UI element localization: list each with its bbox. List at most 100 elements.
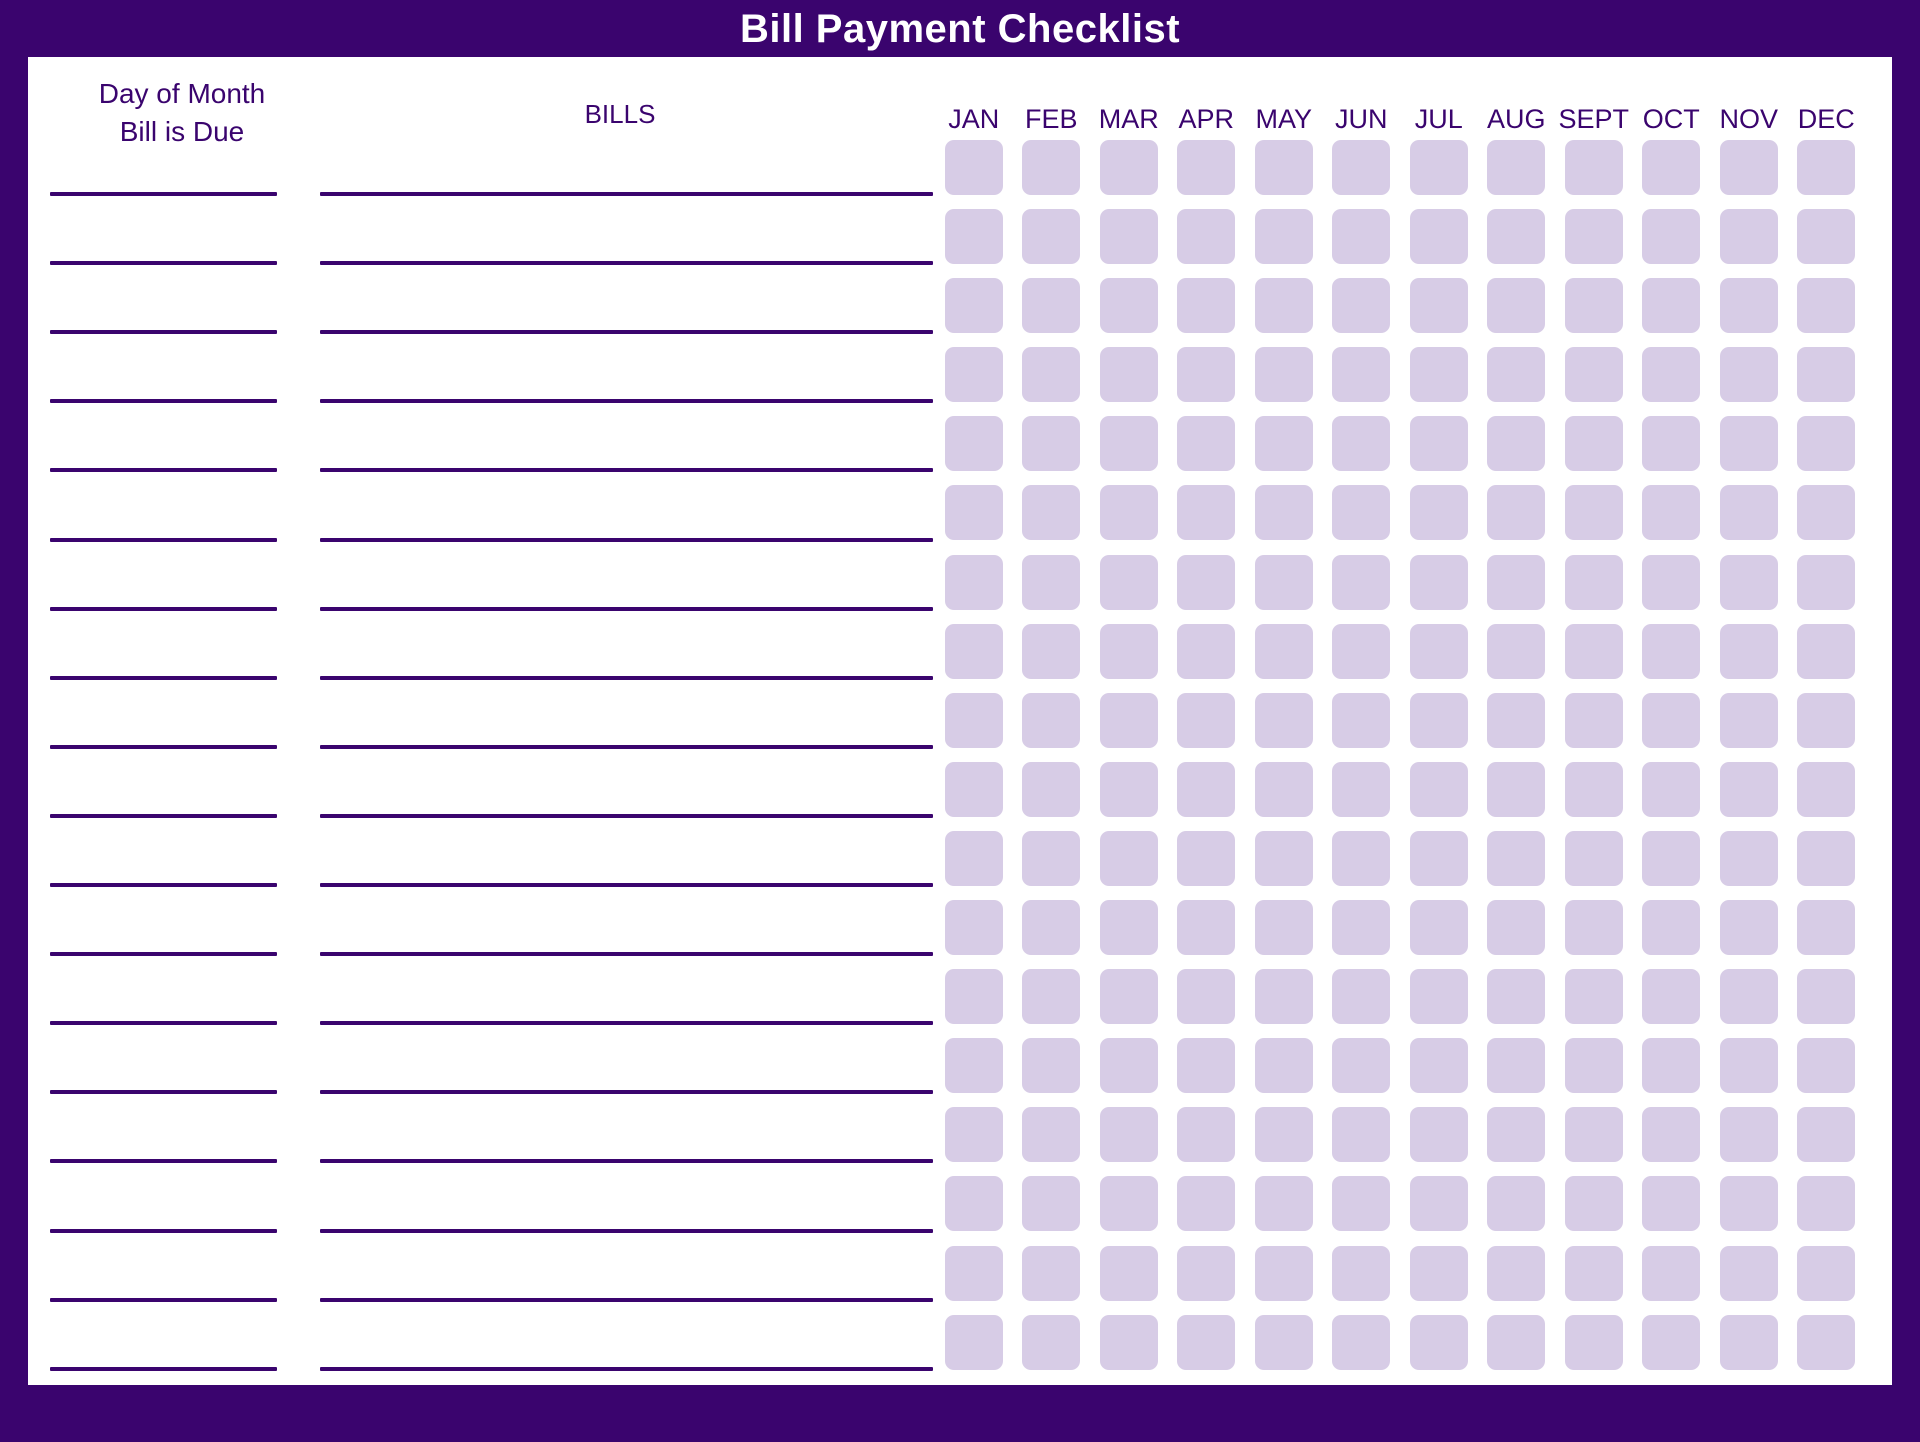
checkbox-cell-dec[interactable] bbox=[1788, 620, 1866, 683]
checkbox-cell-feb[interactable] bbox=[1013, 481, 1091, 544]
bill-name-input[interactable] bbox=[320, 813, 933, 818]
checkbox-cell-apr[interactable] bbox=[1168, 1172, 1246, 1235]
checkbox-cell-jun[interactable] bbox=[1323, 205, 1401, 268]
checkbox-cell-jun[interactable] bbox=[1323, 620, 1401, 683]
day-due-input[interactable] bbox=[50, 1090, 277, 1095]
payment-checkbox-oct[interactable] bbox=[1642, 900, 1701, 956]
payment-checkbox-feb[interactable] bbox=[1022, 761, 1081, 817]
checkbox-cell-dec[interactable] bbox=[1788, 758, 1866, 821]
checkbox-cell-mar[interactable] bbox=[1090, 274, 1168, 337]
payment-checkbox-may[interactable] bbox=[1254, 1038, 1313, 1094]
payment-checkbox-aug[interactable] bbox=[1487, 1176, 1546, 1232]
checkbox-cell-mar[interactable] bbox=[1090, 827, 1168, 890]
checkbox-cell-may[interactable] bbox=[1245, 689, 1323, 752]
bill-name-input[interactable] bbox=[320, 675, 933, 680]
payment-checkbox-sept[interactable] bbox=[1564, 347, 1623, 403]
bill-name-input[interactable] bbox=[320, 1366, 933, 1371]
checkbox-cell-sept[interactable] bbox=[1555, 758, 1633, 821]
payment-checkbox-nov[interactable] bbox=[1719, 209, 1778, 265]
payment-checkbox-jan[interactable] bbox=[944, 969, 1003, 1025]
payment-checkbox-apr[interactable] bbox=[1177, 347, 1236, 403]
payment-checkbox-nov[interactable] bbox=[1719, 554, 1778, 610]
checkbox-cell-nov[interactable] bbox=[1710, 620, 1788, 683]
payment-checkbox-feb[interactable] bbox=[1022, 347, 1081, 403]
payment-checkbox-jan[interactable] bbox=[944, 278, 1003, 334]
payment-checkbox-may[interactable] bbox=[1254, 1107, 1313, 1163]
checkbox-cell-aug[interactable] bbox=[1478, 136, 1556, 199]
payment-checkbox-mar[interactable] bbox=[1099, 1107, 1158, 1163]
payment-checkbox-may[interactable] bbox=[1254, 900, 1313, 956]
payment-checkbox-nov[interactable] bbox=[1719, 140, 1778, 195]
checkbox-cell-aug[interactable] bbox=[1478, 758, 1556, 821]
checkbox-cell-apr[interactable] bbox=[1168, 620, 1246, 683]
payment-checkbox-nov[interactable] bbox=[1719, 347, 1778, 403]
checkbox-cell-oct[interactable] bbox=[1633, 136, 1711, 199]
day-due-input[interactable] bbox=[50, 1159, 277, 1164]
payment-checkbox-sept[interactable] bbox=[1564, 1245, 1623, 1301]
bill-name-input[interactable] bbox=[320, 192, 933, 197]
checkbox-cell-oct[interactable] bbox=[1633, 965, 1711, 1028]
payment-checkbox-oct[interactable] bbox=[1642, 347, 1701, 403]
checkbox-cell-nov[interactable] bbox=[1710, 965, 1788, 1028]
checkbox-cell-aug[interactable] bbox=[1478, 1311, 1556, 1374]
day-due-input[interactable] bbox=[50, 744, 277, 749]
payment-checkbox-jul[interactable] bbox=[1409, 554, 1468, 610]
payment-checkbox-nov[interactable] bbox=[1719, 1176, 1778, 1232]
payment-checkbox-sept[interactable] bbox=[1564, 1107, 1623, 1163]
checkbox-cell-apr[interactable] bbox=[1168, 689, 1246, 752]
bill-name-input[interactable] bbox=[320, 537, 933, 542]
payment-checkbox-mar[interactable] bbox=[1099, 623, 1158, 679]
checkbox-cell-oct[interactable] bbox=[1633, 274, 1711, 337]
payment-checkbox-feb[interactable] bbox=[1022, 830, 1081, 886]
payment-checkbox-jul[interactable] bbox=[1409, 278, 1468, 334]
payment-checkbox-may[interactable] bbox=[1254, 830, 1313, 886]
payment-checkbox-oct[interactable] bbox=[1642, 969, 1701, 1025]
payment-checkbox-jul[interactable] bbox=[1409, 209, 1468, 265]
checkbox-cell-oct[interactable] bbox=[1633, 758, 1711, 821]
checkbox-cell-jul[interactable] bbox=[1400, 827, 1478, 890]
checkbox-cell-jul[interactable] bbox=[1400, 1172, 1478, 1235]
checkbox-cell-feb[interactable] bbox=[1013, 1103, 1091, 1166]
checkbox-cell-jan[interactable] bbox=[935, 758, 1013, 821]
checkbox-cell-oct[interactable] bbox=[1633, 1242, 1711, 1305]
checkbox-cell-oct[interactable] bbox=[1633, 1034, 1711, 1097]
payment-checkbox-may[interactable] bbox=[1254, 1176, 1313, 1232]
checkbox-cell-dec[interactable] bbox=[1788, 136, 1866, 199]
checkbox-cell-jun[interactable] bbox=[1323, 827, 1401, 890]
payment-checkbox-sept[interactable] bbox=[1564, 140, 1623, 195]
payment-checkbox-aug[interactable] bbox=[1487, 209, 1546, 265]
payment-checkbox-jul[interactable] bbox=[1409, 692, 1468, 748]
bill-name-input[interactable] bbox=[320, 261, 933, 266]
payment-checkbox-oct[interactable] bbox=[1642, 761, 1701, 817]
checkbox-cell-may[interactable] bbox=[1245, 274, 1323, 337]
checkbox-cell-may[interactable] bbox=[1245, 136, 1323, 199]
checkbox-cell-apr[interactable] bbox=[1168, 965, 1246, 1028]
checkbox-cell-jun[interactable] bbox=[1323, 689, 1401, 752]
payment-checkbox-dec[interactable] bbox=[1797, 485, 1856, 541]
checkbox-cell-jun[interactable] bbox=[1323, 1242, 1401, 1305]
payment-checkbox-feb[interactable] bbox=[1022, 1038, 1081, 1094]
payment-checkbox-jun[interactable] bbox=[1332, 761, 1391, 817]
checkbox-cell-oct[interactable] bbox=[1633, 827, 1711, 890]
payment-checkbox-dec[interactable] bbox=[1797, 209, 1856, 265]
checkbox-cell-jun[interactable] bbox=[1323, 551, 1401, 614]
payment-checkbox-may[interactable] bbox=[1254, 1245, 1313, 1301]
payment-checkbox-jun[interactable] bbox=[1332, 692, 1391, 748]
checkbox-cell-dec[interactable] bbox=[1788, 1103, 1866, 1166]
payment-checkbox-sept[interactable] bbox=[1564, 1176, 1623, 1232]
checkbox-cell-sept[interactable] bbox=[1555, 274, 1633, 337]
checkbox-cell-mar[interactable] bbox=[1090, 620, 1168, 683]
payment-checkbox-dec[interactable] bbox=[1797, 554, 1856, 610]
checkbox-cell-oct[interactable] bbox=[1633, 1172, 1711, 1235]
payment-checkbox-feb[interactable] bbox=[1022, 969, 1081, 1025]
checkbox-cell-aug[interactable] bbox=[1478, 1242, 1556, 1305]
payment-checkbox-sept[interactable] bbox=[1564, 623, 1623, 679]
checkbox-cell-jun[interactable] bbox=[1323, 1311, 1401, 1374]
checkbox-cell-feb[interactable] bbox=[1013, 274, 1091, 337]
payment-checkbox-jul[interactable] bbox=[1409, 1107, 1468, 1163]
checkbox-cell-aug[interactable] bbox=[1478, 1103, 1556, 1166]
checkbox-cell-jan[interactable] bbox=[935, 965, 1013, 1028]
checkbox-cell-jul[interactable] bbox=[1400, 689, 1478, 752]
payment-checkbox-jun[interactable] bbox=[1332, 1245, 1391, 1301]
day-due-input[interactable] bbox=[50, 537, 277, 542]
